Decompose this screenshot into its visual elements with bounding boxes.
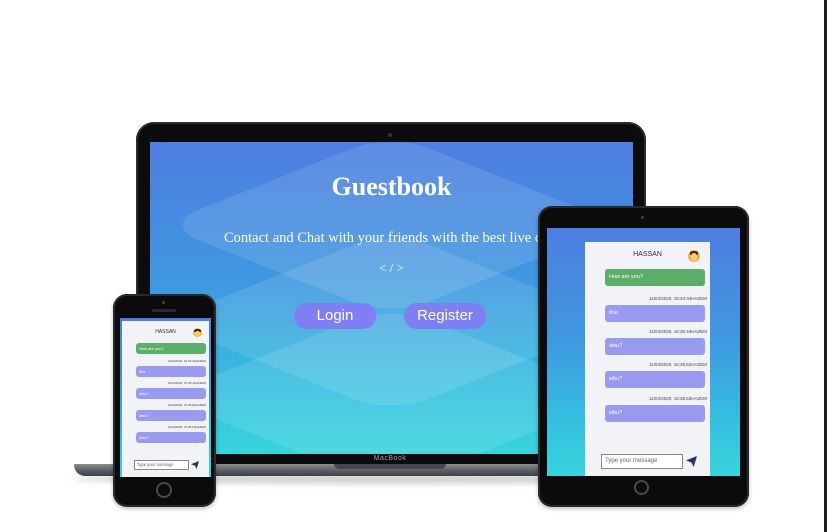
tablet-chat-panel: HASSAN How are you? 11/04/2020, 16:34:34… xyxy=(585,242,710,476)
message-meta: 11/04/2020, 16:35:53HAZEM xyxy=(167,425,206,429)
message-input[interactable]: Type your message xyxy=(601,454,683,469)
message-bubble: wbu? xyxy=(605,405,705,422)
message-bubble: fine xyxy=(605,305,705,322)
laptop-hinge-notch xyxy=(334,464,446,469)
message-bubble: wbu? xyxy=(136,432,206,443)
message-bubble: wbu? xyxy=(605,338,705,355)
paper-plane-icon[interactable] xyxy=(686,456,697,467)
tablet-home-button xyxy=(634,480,649,495)
message-meta: 11/04/2020, 16:34:34HAZEM xyxy=(167,359,206,363)
phone-camera xyxy=(162,301,165,304)
message-input[interactable]: Type your message xyxy=(134,460,189,470)
message-bubble: fine xyxy=(136,366,206,377)
avatar-icon xyxy=(688,250,700,262)
message-meta: 11/04/2020, 16:34:34HAZEM xyxy=(649,296,707,301)
message-meta: 11/04/2020, 16:35:52HAZEM xyxy=(649,362,707,367)
phone-home-button xyxy=(156,482,172,498)
laptop-camera xyxy=(388,133,392,137)
phone-speaker xyxy=(152,309,176,312)
login-button[interactable]: Login xyxy=(294,303,376,329)
avatar-icon xyxy=(193,328,202,337)
tablet-screen: HASSAN How are you? 11/04/2020, 16:34:34… xyxy=(547,228,740,476)
message-bubble: wbu? xyxy=(605,371,705,388)
message-bubble: wbu? xyxy=(136,410,206,421)
own-message-bubble: How are you? xyxy=(605,269,705,286)
phone-chat-panel: HASSAN How are you? 11/04/2020, 16:34:34… xyxy=(122,321,209,477)
register-button[interactable]: Register xyxy=(404,303,486,329)
paper-plane-icon[interactable] xyxy=(191,461,199,469)
tablet-camera xyxy=(641,216,644,219)
message-bubble: wbu? xyxy=(136,388,206,399)
own-message-bubble: How are you? xyxy=(136,343,206,354)
phone-screen: HASSAN How are you? 11/04/2020, 16:34:34… xyxy=(120,318,211,477)
hero-title: Guestbook xyxy=(331,172,452,201)
message-meta: 11/04/2020, 16:35:44HAZEM xyxy=(649,329,707,334)
laptop-brand-label: MacBook xyxy=(373,455,407,462)
message-meta: 11/04/2020, 16:35:44HAZEM xyxy=(167,381,206,385)
message-meta: 11/04/2020, 16:35:52HAZEM xyxy=(167,403,206,407)
message-meta: 11/04/2020, 16:35:53HAZEM xyxy=(649,396,707,401)
